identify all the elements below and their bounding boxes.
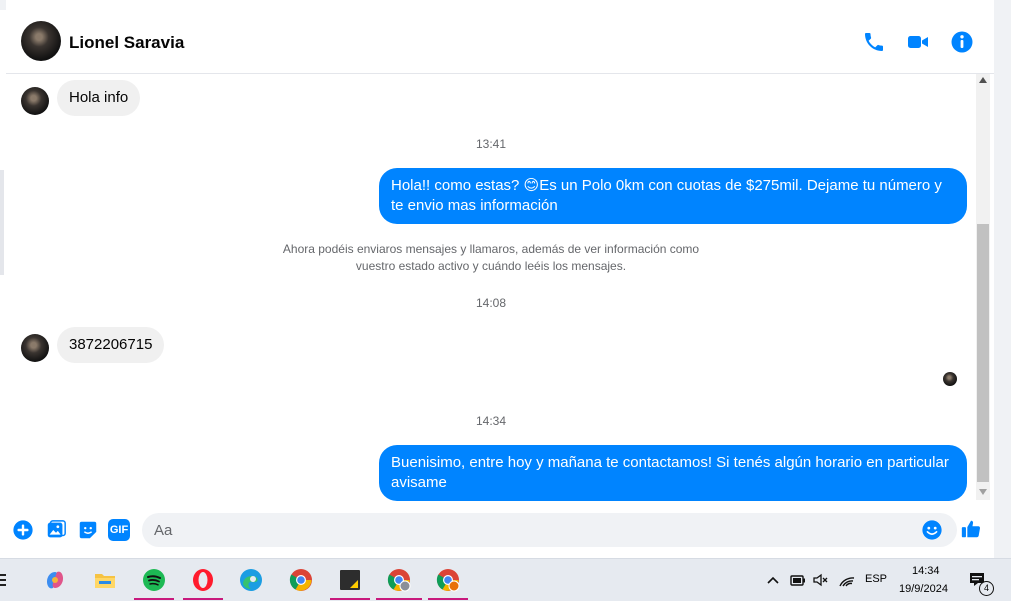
edge-icon[interactable] xyxy=(239,568,263,592)
scroll-up-arrow[interactable] xyxy=(979,77,987,83)
wifi-icon[interactable] xyxy=(838,568,856,592)
chat-notice: Ahora podéis enviaros mensajes y llamaro… xyxy=(282,242,700,273)
emoji-icon[interactable] xyxy=(921,519,943,541)
speaker-muted-icon[interactable] xyxy=(812,568,830,592)
gif-icon[interactable]: GIF xyxy=(108,519,130,541)
right-gutter xyxy=(994,0,1011,558)
sticky-notes-icon[interactable] xyxy=(338,568,362,592)
image-icon[interactable] xyxy=(45,519,67,541)
chrome-profile-icon[interactable] xyxy=(387,568,411,592)
contact-name[interactable]: Lionel Saravia xyxy=(69,33,184,53)
language-indicator[interactable]: ESP xyxy=(865,573,887,585)
outgoing-message[interactable]: Buenisimo, entre hoy y mañana te contact… xyxy=(379,445,967,501)
message-timestamp: 14:34 xyxy=(475,414,507,428)
windows-taskbar: ESP 14:34 19/9/2024 4 xyxy=(0,558,1011,601)
sender-avatar[interactable] xyxy=(21,87,49,115)
outgoing-message[interactable]: Hola!! como estas? 😊Es un Polo 0km con c… xyxy=(379,168,967,224)
copilot-icon[interactable] xyxy=(43,568,67,592)
message-timestamp: 13:41 xyxy=(475,137,507,151)
chrome-profile-2-icon[interactable] xyxy=(436,568,460,592)
battery-icon[interactable] xyxy=(789,568,807,592)
scroll-down-arrow[interactable] xyxy=(979,489,987,495)
clock-time[interactable]: 14:34 xyxy=(912,565,940,577)
task-view-icon[interactable] xyxy=(0,568,12,592)
incoming-message[interactable]: 3872206715 xyxy=(57,327,165,363)
phone-icon[interactable] xyxy=(862,30,886,54)
conversation-header: Lionel Saravia xyxy=(6,10,994,74)
notification-count-badge: 4 xyxy=(979,581,994,596)
info-icon[interactable] xyxy=(950,30,974,54)
message-timestamp: 14:08 xyxy=(475,296,507,310)
spotify-icon[interactable] xyxy=(142,568,166,592)
chat-scrollbar[interactable] xyxy=(976,74,990,500)
video-camera-icon[interactable] xyxy=(906,30,930,54)
seen-indicator-avatar xyxy=(943,372,957,386)
thumbs-up-icon[interactable] xyxy=(960,518,982,540)
message-composer: GIF xyxy=(6,510,994,558)
contact-avatar[interactable] xyxy=(21,21,61,61)
chevron-up-icon[interactable] xyxy=(765,568,781,592)
left-scroll-edge xyxy=(0,170,4,275)
opera-icon[interactable] xyxy=(191,568,215,592)
file-explorer-icon[interactable] xyxy=(93,568,117,592)
sender-avatar[interactable] xyxy=(21,334,49,362)
message-input[interactable] xyxy=(142,513,957,547)
scroll-thumb[interactable] xyxy=(977,224,989,482)
sticker-icon[interactable] xyxy=(77,519,99,541)
chrome-icon[interactable] xyxy=(289,568,313,592)
window-top-strip xyxy=(0,0,1011,10)
plus-circle-icon[interactable] xyxy=(12,519,34,541)
clock-date[interactable]: 19/9/2024 xyxy=(899,583,948,595)
message-list[interactable]: Hola info 13:41 Hola!! como estas? 😊Es u… xyxy=(6,74,976,510)
incoming-message[interactable]: Hola info xyxy=(57,80,141,116)
